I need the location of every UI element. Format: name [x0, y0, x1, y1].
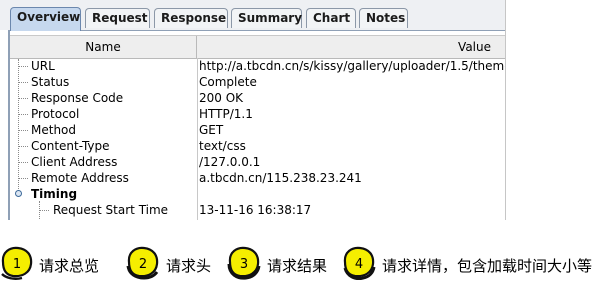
table-row[interactable]: Protocol HTTP/1.1: [10, 106, 505, 122]
row-value: GET: [199, 123, 224, 137]
tree-line: [18, 178, 28, 180]
row-value: HTTP/1.1: [199, 107, 253, 121]
column-header-value[interactable]: Value: [197, 36, 505, 58]
row-name: Client Address: [31, 155, 118, 169]
table-row-group-timing[interactable]: Timing: [10, 186, 505, 202]
legend-label-response: 请求结果: [267, 257, 328, 275]
tree-line: [18, 114, 28, 116]
tab-chart[interactable]: Chart: [306, 8, 356, 28]
legend-label-details: 请求详情，包含加载时间大小等: [382, 257, 593, 275]
row-value: Complete: [199, 75, 257, 89]
table-row[interactable]: Content-Type text/css: [10, 138, 505, 154]
row-name: Response Code: [31, 91, 124, 105]
overview-table: Name Value URL http://a.tbcdn.cn/s/kissy…: [8, 30, 505, 220]
table-row-partial[interactable]: [10, 218, 505, 220]
table-header: Name Value: [10, 35, 505, 59]
legend-label-request-headers: 请求头: [166, 257, 212, 275]
badge-number: 2: [139, 257, 147, 272]
row-name: URL: [31, 59, 55, 73]
tab-bar: Overview Request Response Summary Chart …: [0, 0, 505, 31]
tab-request[interactable]: Request: [85, 8, 150, 28]
table-row[interactable]: Response Code 200 OK: [10, 90, 505, 106]
table-row[interactable]: Request Start Time 13-11-16 16:38:17: [10, 202, 505, 218]
tree-line: [18, 162, 28, 164]
tree-line: [18, 66, 28, 68]
table-row[interactable]: Client Address /127.0.0.1: [10, 154, 505, 170]
badge-number: 1: [13, 257, 21, 272]
tree-line: [18, 82, 28, 84]
row-name: Method: [31, 123, 77, 137]
tab-notes[interactable]: Notes: [359, 8, 408, 28]
table-row[interactable]: URL http://a.tbcdn.cn/s/kissy/gallery/up…: [10, 58, 505, 74]
row-name: Content-Type: [31, 139, 110, 153]
tree-line: [18, 146, 28, 148]
row-value: text/css: [199, 139, 246, 153]
row-name: Protocol: [31, 107, 80, 121]
row-name: Timing: [31, 187, 78, 201]
tab-summary[interactable]: Summary: [231, 8, 302, 28]
tree-collapse-icon[interactable]: [15, 190, 22, 197]
column-header-name[interactable]: Name: [10, 36, 197, 58]
badge-number: 4: [355, 257, 363, 272]
tab-overview[interactable]: Overview: [10, 7, 81, 31]
row-value: 200 OK: [199, 91, 244, 105]
row-value: http://a.tbcdn.cn/s/kissy/gallery/upload…: [199, 59, 505, 73]
table-row[interactable]: Remote Address a.tbcdn.cn/115.238.23.241: [10, 170, 505, 186]
tree-line: [18, 130, 28, 132]
row-name: Request Start Time: [53, 203, 169, 217]
tree-line: [39, 210, 49, 212]
legend-label-overview: 请求总览: [39, 257, 100, 275]
row-value: a.tbcdn.cn/115.238.23.241: [199, 171, 362, 185]
badge-number: 3: [240, 257, 248, 272]
row-name: Status: [31, 75, 70, 89]
table-row[interactable]: Status Complete: [10, 74, 505, 90]
panel-edge: [505, 0, 506, 220]
row-value: /127.0.0.1: [199, 155, 261, 169]
tab-response[interactable]: Response: [154, 8, 228, 28]
tree-line: [18, 98, 28, 100]
row-name: Remote Address: [31, 171, 129, 185]
table-row[interactable]: Method GET: [10, 122, 505, 138]
row-value: 13-11-16 16:38:17: [199, 203, 312, 217]
